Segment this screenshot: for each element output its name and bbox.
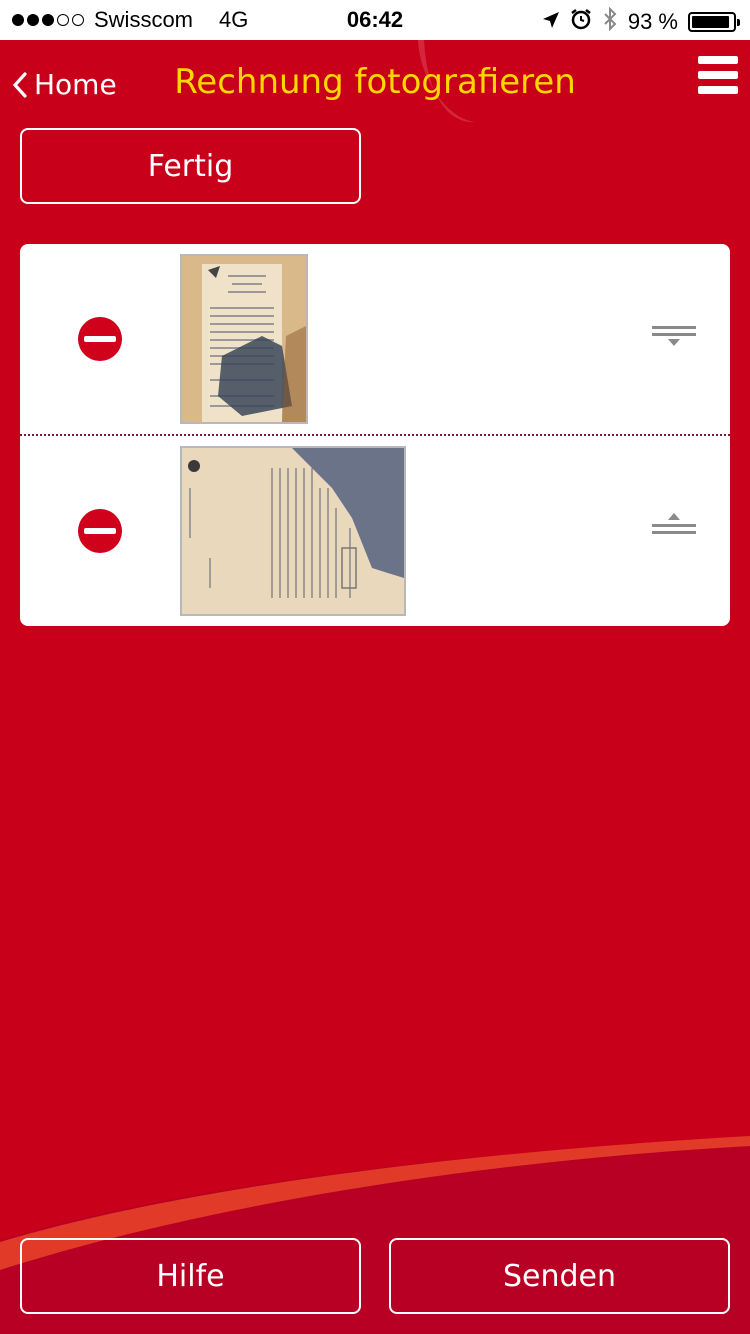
location-arrow-icon [542,9,560,35]
page-title: Rechnung fotografieren [174,62,576,102]
status-bar: Swisscom 4G 06:42 93 % [0,0,750,40]
hamburger-menu-icon[interactable] [698,56,738,94]
navigation-bar: Home Rechnung fotografieren [0,40,750,124]
invoice-thumbnail[interactable] [180,446,406,616]
battery-icon [688,12,740,32]
status-icons: 93 % [542,6,740,37]
move-down-icon[interactable] [652,324,696,354]
send-button[interactable]: Senden [389,1238,730,1314]
alarm-icon [570,8,592,36]
battery-percent: 93 % [627,9,678,34]
done-button[interactable]: Fertig [20,128,361,204]
receipt-thumbnail[interactable] [180,254,308,424]
battery-level [692,16,730,28]
delete-minus-icon[interactable] [78,509,122,553]
photo-list [20,244,730,626]
bluetooth-icon [602,6,618,37]
receipt-photo-image [182,256,306,422]
delete-minus-icon[interactable] [78,317,122,361]
photo-row [20,244,730,435]
move-up-icon[interactable] [652,512,696,542]
invoice-photo-image [182,448,404,614]
help-button[interactable]: Hilfe [20,1238,361,1314]
photo-row [20,436,730,626]
